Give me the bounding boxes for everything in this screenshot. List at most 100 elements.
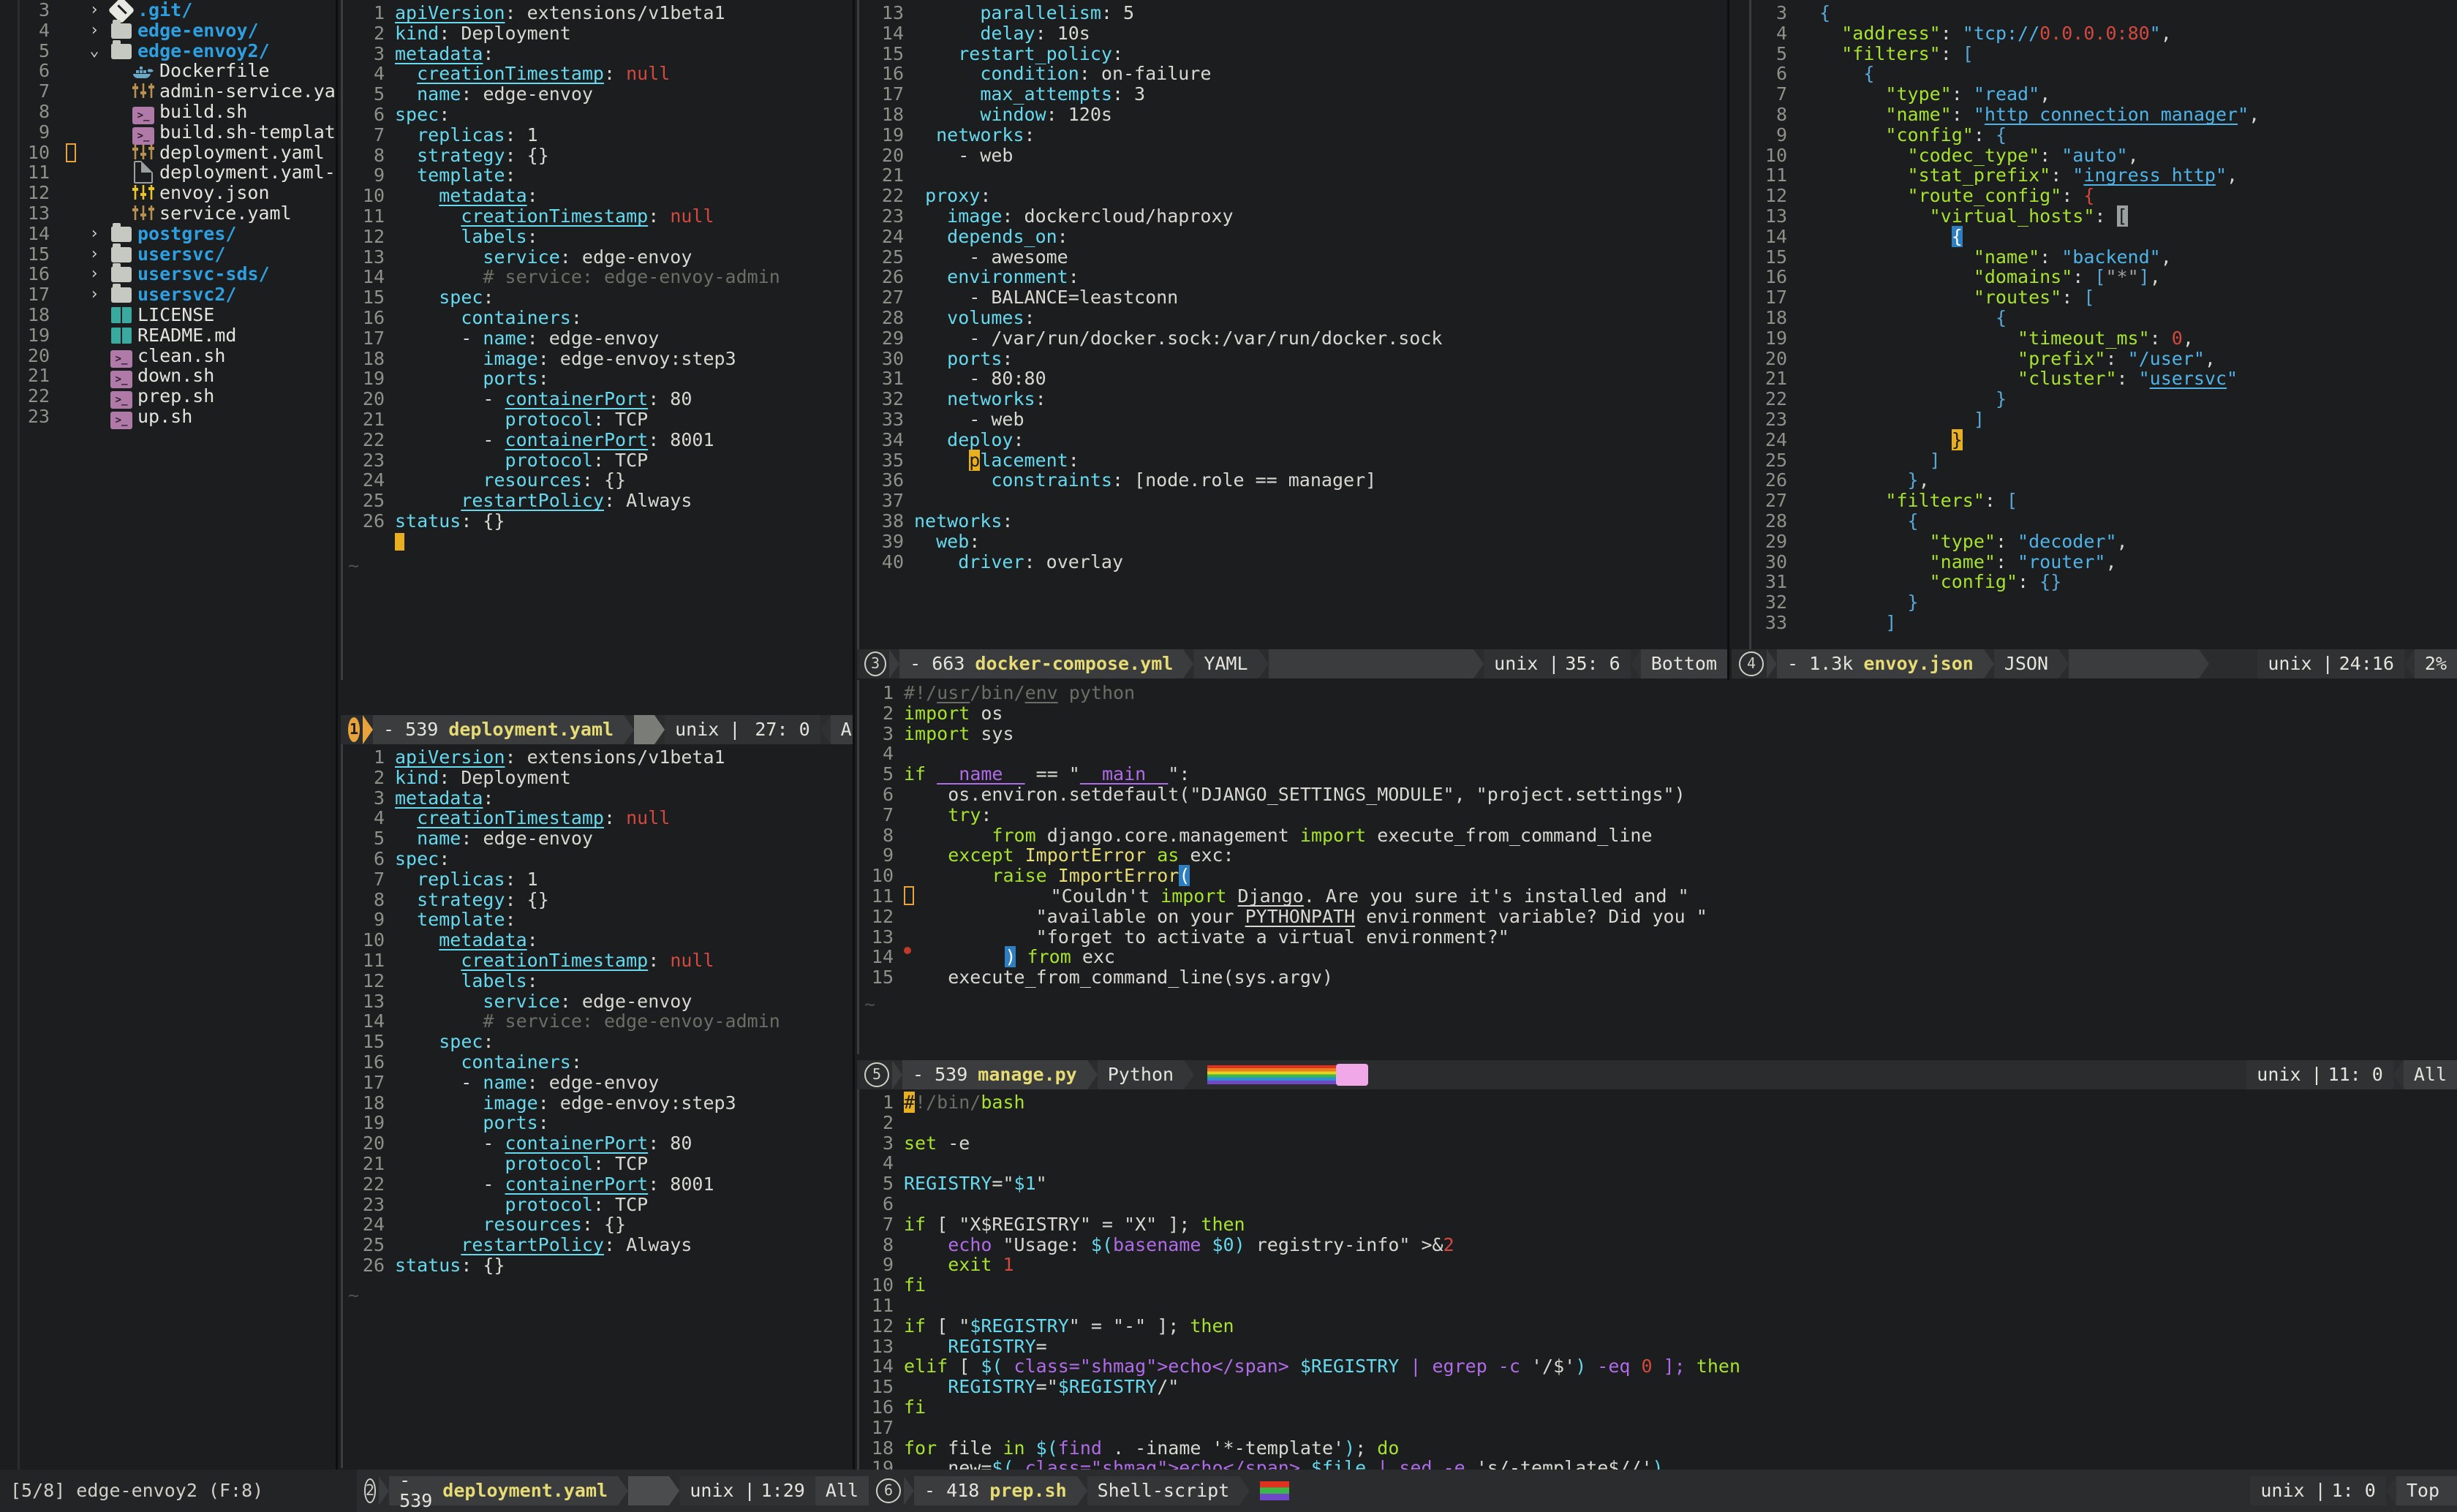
statusbar-envoy-json[interactable]: 4 - 1.3k envoy.json JSON unix | 24:16 2% (1732, 649, 2457, 678)
line-content: "type": "read", (1797, 84, 2457, 105)
chevron-icon (904, 1476, 914, 1505)
line-number: 25 (861, 247, 914, 268)
line-number: 18 (861, 1438, 904, 1459)
disclosure-arrow-icon[interactable]: › (83, 224, 105, 244)
editor-prep-sh[interactable]: 1#!/bin/bash23set -e45REGISTRY="$1"67if … (857, 1089, 2457, 1470)
code-line: 12 "route_config": { (1755, 186, 2457, 206)
line-content: networks: (914, 389, 1727, 409)
disclosure-arrow-icon[interactable]: › (83, 20, 105, 41)
line-content: import sys (904, 724, 2457, 744)
chevron-icon-3 (654, 715, 665, 744)
tree-item-down-sh[interactable]: 21>_down.sh (0, 366, 338, 386)
line-content: constraints: [node.role == manager] (914, 470, 1727, 491)
code-line: 31 "config": {} (1755, 572, 2457, 592)
disclosure-arrow-icon[interactable]: › (83, 0, 105, 20)
tree-line-number: 8 (0, 102, 58, 122)
line-content: "domains": ["*"], (1797, 267, 2457, 287)
statusbar-deployment-yaml[interactable]: 1 - 539 deployment.yaml unix | 27: 0 All (341, 715, 853, 744)
tree-item-deployment-yaml-templ[interactable]: 11deployment.yaml-templ› (0, 162, 338, 183)
pane-docker-compose[interactable]: 13 parallelism: 514 delay: 10s15 restart… (857, 0, 1727, 649)
filetype: JSON (1994, 649, 2058, 678)
tree-item-build-sh-template[interactable]: 9>_build.sh-template (0, 122, 338, 143)
tree-item-license[interactable]: 18LICENSE (0, 305, 338, 325)
code-line: 7 replicas: 1 (347, 125, 853, 145)
line-number: 26 (1755, 470, 1797, 491)
global-bottom-statusbar[interactable]: [5/8] edge-envoy2 (F:8) 2 - 539 deployme… (0, 1470, 2457, 1512)
line-number: 25 (347, 1235, 395, 1255)
pane-envoy-json[interactable]: 3 {4 "address": "tcp://0.0.0.0:80",5 "fi… (1732, 0, 2457, 649)
book-icon (111, 328, 132, 344)
line-number: 28 (861, 308, 914, 328)
disclosure-arrow-icon[interactable]: › (83, 264, 105, 284)
line-content: protocol: TCP (395, 1195, 853, 1215)
tree-item-dockerfile[interactable]: 6Dockerfile (0, 61, 338, 81)
editor-envoy-json[interactable]: 3 {4 "address": "tcp://0.0.0.0:80",5 "fi… (1732, 0, 2457, 649)
pane-deployment-yaml-bottom[interactable]: 1apiVersion: extensions/v1beta12kind: De… (341, 744, 853, 1468)
line-content: strategy: {} (395, 145, 853, 166)
disclosure-arrow-icon[interactable]: › (83, 244, 105, 265)
code-line: 5 "filters": [ (1755, 44, 2457, 64)
tree-item-build-sh[interactable]: 8>_build.sh (0, 102, 338, 122)
bottombar-deployment-group[interactable]: 2 - 539 deployment.yaml unix | 1:29 All (357, 1470, 869, 1512)
disclosure-arrow-icon[interactable]: ⌄ (83, 41, 105, 61)
line-content: "stat_prefix": "ingress_http", (1797, 165, 2457, 186)
file-tree-list[interactable]: 3›.git/4›edge-envoy/5⌄edge-envoy2/6Docke… (0, 0, 338, 427)
sliders-icon (132, 143, 155, 161)
line-content: status: {} (395, 1255, 853, 1276)
code-line: 17 - name: edge-envoy (347, 328, 853, 349)
tree-item-edge-envoy[interactable]: 4›edge-envoy/ (0, 20, 338, 41)
pane-deployment-yaml-top[interactable]: 1apiVersion: extensions/v1beta12kind: De… (341, 0, 853, 680)
line-content: service: edge-envoy (395, 247, 853, 268)
tree-item-edge-envoy2[interactable]: 5⌄edge-envoy2/ (0, 41, 338, 61)
filetype: Shell-script (1087, 1476, 1240, 1505)
editor-docker-compose[interactable]: 13 parallelism: 514 delay: 10s15 restart… (857, 0, 1727, 649)
code-line: 5if __name__ == "__main__": (861, 764, 2457, 785)
editor-manage-py[interactable]: 1#!/usr/bin/env python2import os3import … (857, 680, 2457, 1054)
code-line: 26status: {} (347, 511, 853, 532)
line-content: - web (914, 409, 1727, 430)
tree-item-usersvc-sds[interactable]: 16›usersvc-sds/ (0, 264, 338, 284)
line-number: 6 (861, 1194, 904, 1214)
code-line: 23 image: dockercloud/haproxy (861, 206, 1727, 227)
code-line: 2 (861, 1113, 2457, 1133)
code-line: 30 ports: (861, 349, 1727, 369)
editor-deployment-yaml-top[interactable]: 1apiVersion: extensions/v1beta12kind: De… (341, 0, 853, 680)
tree-item-admin-service-yaml[interactable]: 7admin-service.yaml (0, 81, 338, 102)
tree-item-usersvc2[interactable]: 17›usersvc2/ (0, 284, 338, 305)
tree-item-clean-sh[interactable]: 20>_clean.sh (0, 346, 338, 366)
code-line: 7if [ "X$REGISTRY" = "X" ]; then (861, 1214, 2457, 1235)
code-line: 23 protocol: TCP (347, 1195, 853, 1215)
line-content: ] (1797, 409, 2457, 430)
line-number: 4 (347, 808, 395, 828)
tree-item-envoy-json[interactable]: 12envoy.json (0, 183, 338, 203)
line-number: 7 (861, 1214, 904, 1235)
cursor-position: 1: 0 (2326, 1476, 2386, 1505)
pane-manage-py[interactable]: 1#!/usr/bin/env python2import os3import … (857, 680, 2457, 1054)
tree-item-postgres[interactable]: 14›postgres/ (0, 224, 338, 244)
line-content: - containerPort: 8001 (395, 430, 853, 450)
line-number: 40 (861, 552, 914, 572)
statusbar-docker-compose[interactable]: 3 - 663 docker-compose.yml YAML unix | 3… (857, 649, 1727, 678)
tree-item-deployment-yaml[interactable]: 10deployment.yaml (0, 143, 338, 163)
code-line: 13 "forget to activate a virtual environ… (861, 927, 2457, 948)
tree-item-prep-sh[interactable]: 22>_prep.sh (0, 386, 338, 407)
bottombar-prep-group[interactable]: 6 - 418 prep.sh Shell-script unix | 1: 0… (869, 1470, 2457, 1512)
tree-item-up-sh[interactable]: 23>_up.sh (0, 407, 338, 427)
disclosure-arrow-icon[interactable]: › (83, 284, 105, 305)
line-content: "prefix": "/user", (1797, 349, 2457, 369)
line-content: { (1797, 227, 2457, 247)
mini-rainbow-swatch (1260, 1481, 1289, 1500)
line-content: image: edge-envoy:step3 (395, 1093, 853, 1114)
file-explorer-pane[interactable]: 3›.git/4›edge-envoy/5⌄edge-envoy2/6Docke… (0, 0, 338, 1470)
line-content: REGISTRY="$1" (904, 1173, 2457, 1194)
code-line: 2import os (861, 703, 2457, 724)
editor-deployment-yaml-bottom[interactable]: 1apiVersion: extensions/v1beta12kind: De… (341, 744, 853, 1468)
tree-item-usersvc[interactable]: 15›usersvc/ (0, 244, 338, 265)
tree-item-readme-md[interactable]: 19README.md (0, 325, 338, 346)
line-number: 32 (1755, 592, 1797, 613)
tree-item-service-yaml[interactable]: 13service.yaml (0, 203, 338, 224)
tree-item--git[interactable]: 3›.git/ (0, 0, 338, 20)
line-content: proxy: (914, 186, 1727, 206)
statusbar-manage-py[interactable]: 5 - 539 manage.py Python unix | 11: 0 Al… (857, 1060, 2457, 1089)
pane-prep-sh[interactable]: 1#!/bin/bash23set -e45REGISTRY="$1"67if … (857, 1089, 2457, 1470)
